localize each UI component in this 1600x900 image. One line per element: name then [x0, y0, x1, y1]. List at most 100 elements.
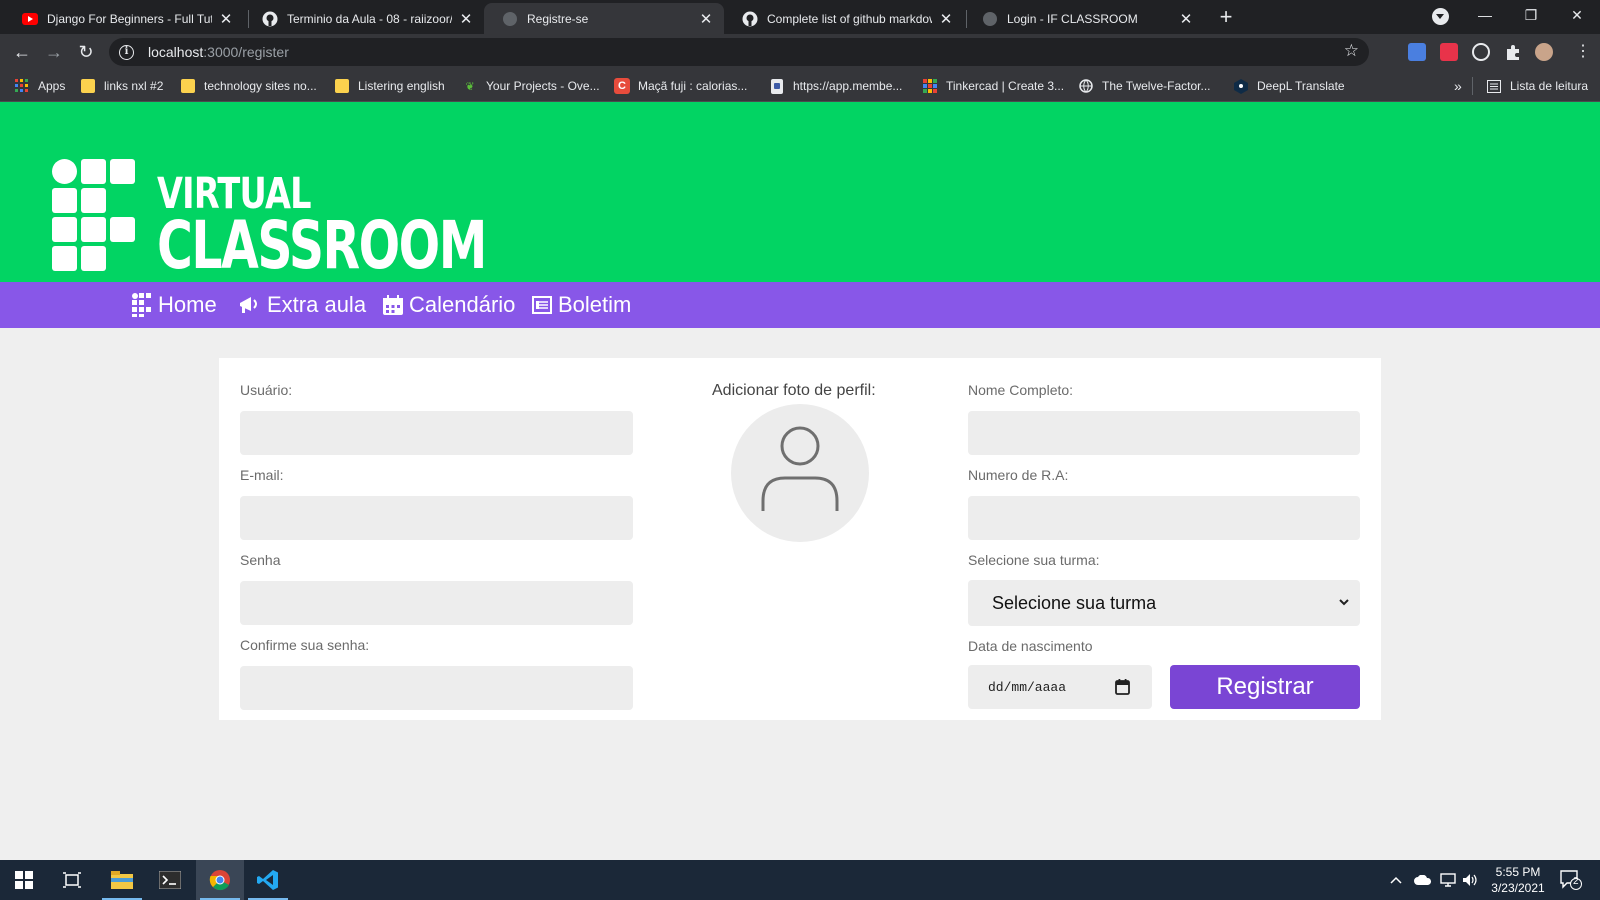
onedrive-icon[interactable]: [1414, 860, 1432, 900]
email-input[interactable]: [240, 496, 633, 540]
nav-boletim[interactable]: Boletim: [532, 282, 631, 328]
turma-select[interactable]: Selecione sua turma: [968, 580, 1360, 626]
bookmark-star-icon[interactable]: ☆: [1344, 41, 1359, 61]
target-extension-icon[interactable]: [1472, 43, 1490, 61]
bookmark-technology-sites[interactable]: technology sites no...: [180, 70, 317, 102]
browser-tab-strip: Django For Beginners - Full Tutor ✕ Term…: [0, 0, 1600, 34]
apps-grid-icon: [14, 78, 30, 94]
github-icon: [742, 11, 758, 27]
puzzle-extensions-icon[interactable]: [1504, 43, 1522, 61]
bookmark-deepl[interactable]: DeepL Translate: [1233, 70, 1345, 102]
volume-icon[interactable]: [1462, 860, 1478, 900]
close-icon[interactable]: ✕: [938, 10, 954, 28]
back-button[interactable]: ←: [7, 37, 37, 67]
more-bookmarks-icon[interactable]: »: [1454, 70, 1462, 102]
reading-list-button[interactable]: Lista de leitura: [1486, 70, 1588, 102]
lock-doc-icon: [769, 78, 785, 94]
browser-toolbar: ← → ↻ i localhost:3000/register ☆ ⋮: [0, 34, 1600, 70]
vscode-icon[interactable]: [244, 860, 292, 900]
main-nav: Home Extra aula Calendário Boletim: [0, 282, 1600, 328]
folder-icon: [181, 79, 195, 93]
chrome-icon[interactable]: [196, 860, 244, 900]
close-icon[interactable]: ✕: [218, 10, 234, 28]
bookmark-your-projects[interactable]: ❦ Your Projects - Ove...: [462, 70, 599, 102]
tab-registre-se[interactable]: Registre-se ✕: [484, 3, 724, 34]
minimize-button[interactable]: —: [1462, 0, 1508, 30]
nome-completo-input[interactable]: [968, 411, 1360, 455]
globe-icon: [1078, 78, 1094, 94]
file-explorer-icon[interactable]: [98, 860, 146, 900]
close-icon[interactable]: ✕: [1178, 10, 1194, 28]
ra-label: Numero de R.A:: [968, 467, 1069, 483]
usuario-label: Usuário:: [240, 382, 293, 398]
confirm-senha-input[interactable]: [240, 666, 633, 710]
tab-login-if-classroom[interactable]: Login - IF CLASSROOM ✕: [964, 3, 1204, 34]
network-icon[interactable]: [1440, 860, 1456, 900]
menu-kebab-icon[interactable]: ⋮: [1568, 37, 1598, 67]
senha-input[interactable]: [240, 581, 633, 625]
forward-button[interactable]: →: [39, 37, 69, 67]
chevron-down-icon: [1339, 599, 1349, 606]
windows-taskbar: 5:55 PM 3/23/2021 2: [0, 860, 1600, 900]
new-tab-button[interactable]: +: [1212, 5, 1240, 29]
bookmarks-bar: Apps links nxl #2 technology sites no...…: [0, 70, 1600, 102]
c-logo-icon: C: [614, 78, 630, 94]
leaf-icon: ❦: [465, 80, 475, 93]
nav-extra-aula[interactable]: Extra aula: [237, 282, 366, 328]
logo-grid-icon[interactable]: [52, 159, 136, 271]
calendar-picker-icon[interactable]: [1115, 679, 1130, 695]
bookmark-apps[interactable]: Apps: [14, 70, 65, 102]
turma-label: Selecione sua turma:: [968, 552, 1100, 568]
nascimento-label: Data de nascimento: [968, 638, 1093, 654]
site-header: VIRTUAL CLASSROOM: [0, 102, 1600, 284]
bookmark-app-membe[interactable]: https://app.membe...: [769, 70, 902, 102]
folder-icon: [335, 79, 349, 93]
profile-avatar[interactable]: [1535, 43, 1553, 61]
system-clock[interactable]: 5:55 PM 3/23/2021: [1480, 864, 1556, 896]
senha-label: Senha: [240, 552, 281, 568]
reload-button[interactable]: ↻: [71, 37, 101, 67]
tab-django-tutorial[interactable]: Django For Beginners - Full Tutor ✕: [4, 3, 244, 34]
photo-label: Adicionar foto de perfil:: [712, 382, 876, 399]
report-icon: [532, 296, 552, 314]
nome-completo-label: Nome Completo:: [968, 382, 1074, 398]
deepl-icon: [1233, 78, 1249, 94]
task-view-icon[interactable]: [48, 860, 96, 900]
translate-extension-icon[interactable]: [1408, 43, 1426, 61]
usuario-input[interactable]: [240, 411, 633, 455]
close-window-button[interactable]: ✕: [1554, 0, 1600, 30]
calendar-icon: [383, 295, 403, 315]
bookmark-maca-fuji[interactable]: C Maçã fuji : calorias...: [614, 70, 747, 102]
bookmark-listering-english[interactable]: Listering english: [334, 70, 445, 102]
nav-calendario[interactable]: Calendário: [383, 282, 515, 328]
nav-home[interactable]: Home: [132, 282, 217, 328]
red-extension-icon[interactable]: [1440, 43, 1458, 61]
profile-photo-picker[interactable]: [731, 404, 869, 542]
globe-icon: [502, 11, 518, 27]
registrar-button[interactable]: Registrar: [1170, 665, 1360, 709]
tab-github-markdown[interactable]: Complete list of github markdow ✕: [724, 3, 964, 34]
bookmark-links-nxl[interactable]: links nxl #2: [80, 70, 163, 102]
bookmark-tinkercad[interactable]: Tinkercad | Create 3...: [922, 70, 1064, 102]
tray-expand-icon[interactable]: [1390, 860, 1402, 900]
close-icon[interactable]: ✕: [458, 10, 474, 28]
reading-list-icon: [1486, 78, 1502, 94]
grid-logo-icon: [132, 293, 151, 317]
restore-button[interactable]: ❐: [1508, 0, 1554, 30]
tab-search-icon[interactable]: [1432, 8, 1449, 25]
birthdate-input[interactable]: dd/mm/aaaa: [968, 665, 1152, 709]
youtube-icon: [22, 11, 38, 27]
notifications-icon[interactable]: 2: [1560, 860, 1582, 900]
user-avatar-icon: [761, 426, 839, 511]
tab-terminio-aula[interactable]: Terminio da Aula - 08 - raiizoor/C ✕: [244, 3, 484, 34]
globe-icon: [982, 11, 998, 27]
megaphone-icon: [240, 297, 257, 313]
terminal-icon[interactable]: [146, 860, 194, 900]
close-icon[interactable]: ✕: [698, 10, 714, 28]
bookmark-twelve-factor[interactable]: The Twelve-Factor...: [1078, 70, 1211, 102]
site-info-icon[interactable]: i: [119, 44, 134, 60]
address-bar[interactable]: i localhost:3000/register ☆: [109, 38, 1369, 66]
ra-input[interactable]: [968, 496, 1360, 540]
windows-start-icon[interactable]: [0, 860, 48, 900]
folder-icon: [81, 79, 95, 93]
